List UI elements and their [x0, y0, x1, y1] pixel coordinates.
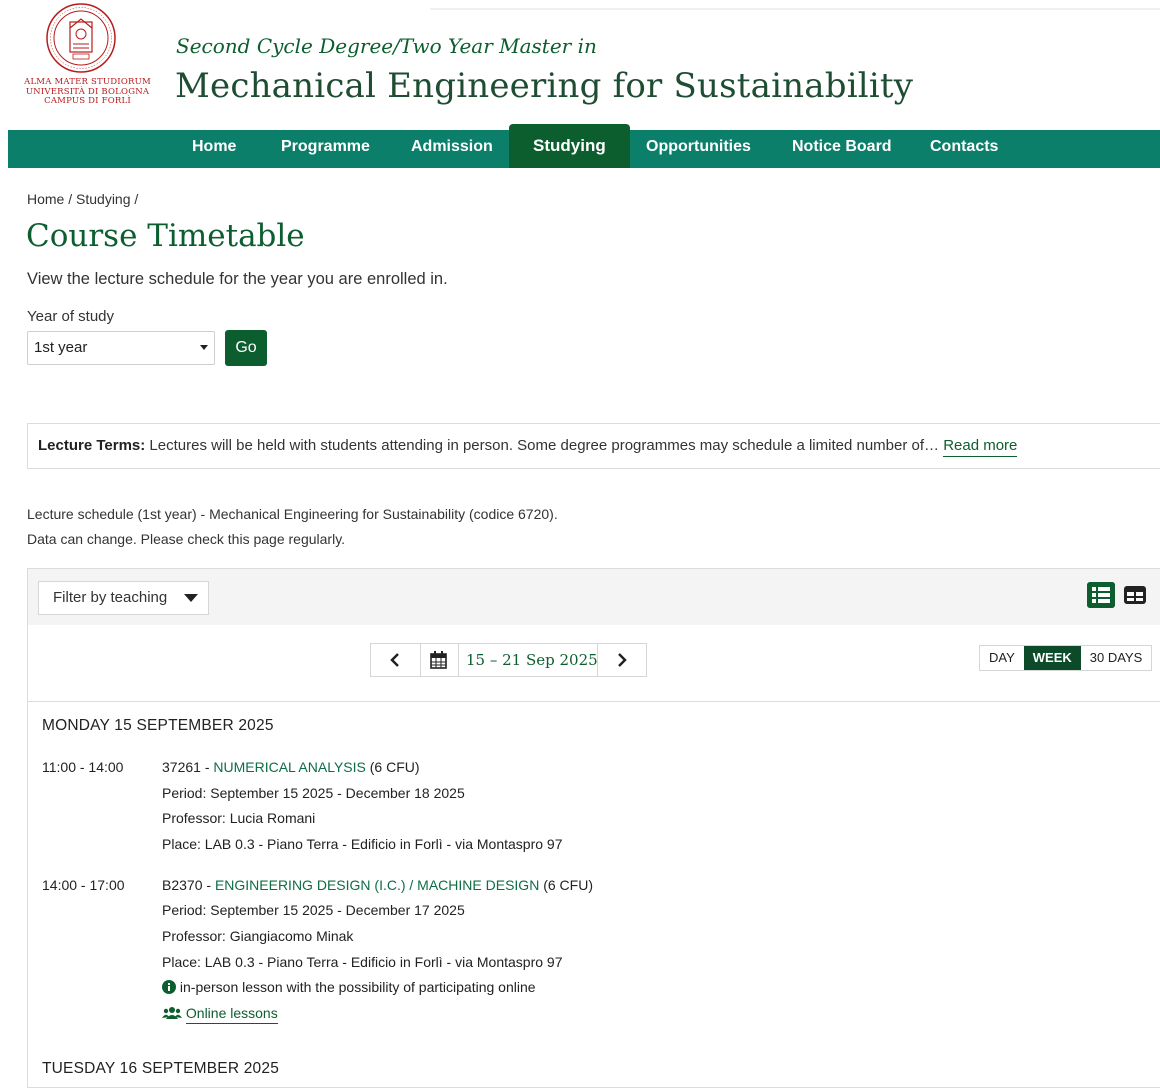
day-header: TUESDAY 16 SEPTEMBER 2025 — [42, 1060, 280, 1077]
site-header: ALMA MATER STUDIORUM UNIVERSITÀ DI BOLOG… — [0, 0, 1160, 128]
event-title: B2370 - ENGINEERING DESIGN (I.C.) / MACH… — [162, 877, 593, 893]
event-cfu: (6 CFU) — [365, 759, 420, 775]
lecture-terms-label: Lecture Terms: — [38, 437, 146, 454]
event-time: 14:00 - 17:00 — [42, 877, 125, 893]
event-online: Online lessons — [162, 1005, 278, 1024]
online-lessons-link[interactable]: Online lessons — [185, 1005, 278, 1024]
chevron-left-icon — [390, 653, 399, 667]
nav-item-home[interactable]: Home — [192, 130, 236, 168]
event-place: Place: LAB 0.3 - Piano Terra - Edificio … — [162, 954, 563, 970]
chevron-right-icon — [618, 653, 627, 667]
year-of-study-select[interactable]: 1st year — [27, 331, 215, 365]
schedule-note-line: Lecture schedule (1st year) - Mechanical… — [27, 506, 558, 522]
event-note: in-person lesson with the possibility of… — [162, 979, 536, 995]
calendar-picker-button[interactable] — [420, 644, 459, 676]
page-intro: View the lecture schedule for the year y… — [27, 270, 448, 288]
degree-subtitle: Second Cycle Degree/Two Year Master in — [176, 34, 597, 58]
timetable-toolbar: Filter by teaching — [28, 569, 1160, 625]
day-header: MONDAY 15 SEPTEMBER 2025 — [42, 717, 274, 734]
calendar-icon — [430, 651, 447, 669]
nav-item-opportunities[interactable]: Opportunities — [646, 130, 751, 168]
go-button[interactable]: Go — [225, 330, 267, 366]
event-place: Place: LAB 0.3 - Piano Terra - Edificio … — [162, 836, 563, 852]
range-day-button[interactable]: DAY — [980, 646, 1024, 670]
year-select-value: 1st year — [34, 339, 88, 356]
date-range-label[interactable]: 15 – 21 Sep 2025 — [466, 651, 598, 669]
nav-item-studying[interactable]: Studying — [509, 124, 630, 168]
date-navigator: 15 – 21 Sep 2025 — [370, 643, 647, 677]
nav-item-programme[interactable]: Programme — [281, 130, 370, 168]
page-title: Course Timetable — [26, 218, 305, 254]
toolbar-divider — [28, 701, 1160, 702]
users-icon — [162, 1007, 182, 1019]
prev-week-button[interactable] — [371, 644, 421, 676]
event-code: B2370 - — [162, 877, 215, 893]
caret-down-icon — [200, 345, 208, 350]
caret-down-icon — [184, 594, 198, 602]
event-note-text: in-person lesson with the possibility of… — [179, 979, 536, 995]
grid-view-icon[interactable] — [1121, 582, 1149, 608]
range-week-button[interactable]: WEEK — [1023, 646, 1081, 670]
nav-item-contacts[interactable]: Contacts — [930, 130, 998, 168]
info-icon — [162, 980, 176, 994]
nav-item-admission[interactable]: Admission — [411, 130, 493, 168]
university-logo[interactable]: ALMA MATER STUDIORUM UNIVERSITÀ DI BOLOG… — [15, 2, 160, 118]
range-selector: DAY WEEK 30 DAYS — [979, 645, 1153, 671]
lecture-terms-text: Lectures will be held with students atte… — [145, 437, 944, 454]
next-week-button[interactable] — [597, 644, 647, 676]
course-link[interactable]: NUMERICAL ANALYSIS — [213, 759, 366, 775]
nav-item-notice-board[interactable]: Notice Board — [792, 130, 892, 168]
event-title: 37261 - NUMERICAL ANALYSIS (6 CFU) — [162, 759, 420, 775]
read-more-link[interactable]: Read more — [943, 437, 1018, 457]
main-nav: Home Programme Admission Studying Opport… — [8, 124, 1160, 168]
schedule-note-line: Data can change. Please check this page … — [27, 531, 346, 547]
filter-label: Filter by teaching — [53, 589, 168, 606]
list-view-icon[interactable] — [1087, 582, 1115, 608]
seal-icon — [46, 3, 116, 73]
event-professor: Professor: Giangiacomo Minak — [162, 928, 354, 944]
logo-text: ALMA MATER STUDIORUM UNIVERSITÀ DI BOLOG… — [15, 77, 160, 107]
schedule-note: Lecture schedule (1st year) - Mechanical… — [27, 502, 558, 552]
event-professor: Professor: Lucia Romani — [162, 810, 316, 826]
logo-line: CAMPUS DI FORLÌ — [44, 96, 131, 106]
event-time: 11:00 - 14:00 — [42, 759, 124, 775]
header-divider — [430, 8, 1160, 10]
event-cfu: (6 CFU) — [539, 877, 593, 893]
programme-title[interactable]: Mechanical Engineering for Sustainabilit… — [175, 66, 913, 106]
event-code: 37261 - — [162, 759, 214, 775]
event-period: Period: September 15 2025 - December 17 … — [162, 902, 465, 918]
range-30-days-button[interactable]: 30 DAYS — [1081, 646, 1152, 670]
filter-by-teaching-button[interactable]: Filter by teaching — [38, 581, 209, 615]
year-of-study-label: Year of study — [27, 308, 115, 325]
lecture-terms-box: Lecture Terms: Lectures will be held wit… — [27, 423, 1160, 469]
event-period: Period: September 15 2025 - December 18 … — [162, 785, 465, 801]
course-link[interactable]: ENGINEERING DESIGN (I.C.) / MACHINE DESI… — [215, 877, 539, 893]
breadcrumb[interactable]: Home / Studying / — [27, 191, 138, 207]
timetable-panel: Filter by teaching 15 – 21 Sep 2025 DAY … — [27, 568, 1160, 1088]
